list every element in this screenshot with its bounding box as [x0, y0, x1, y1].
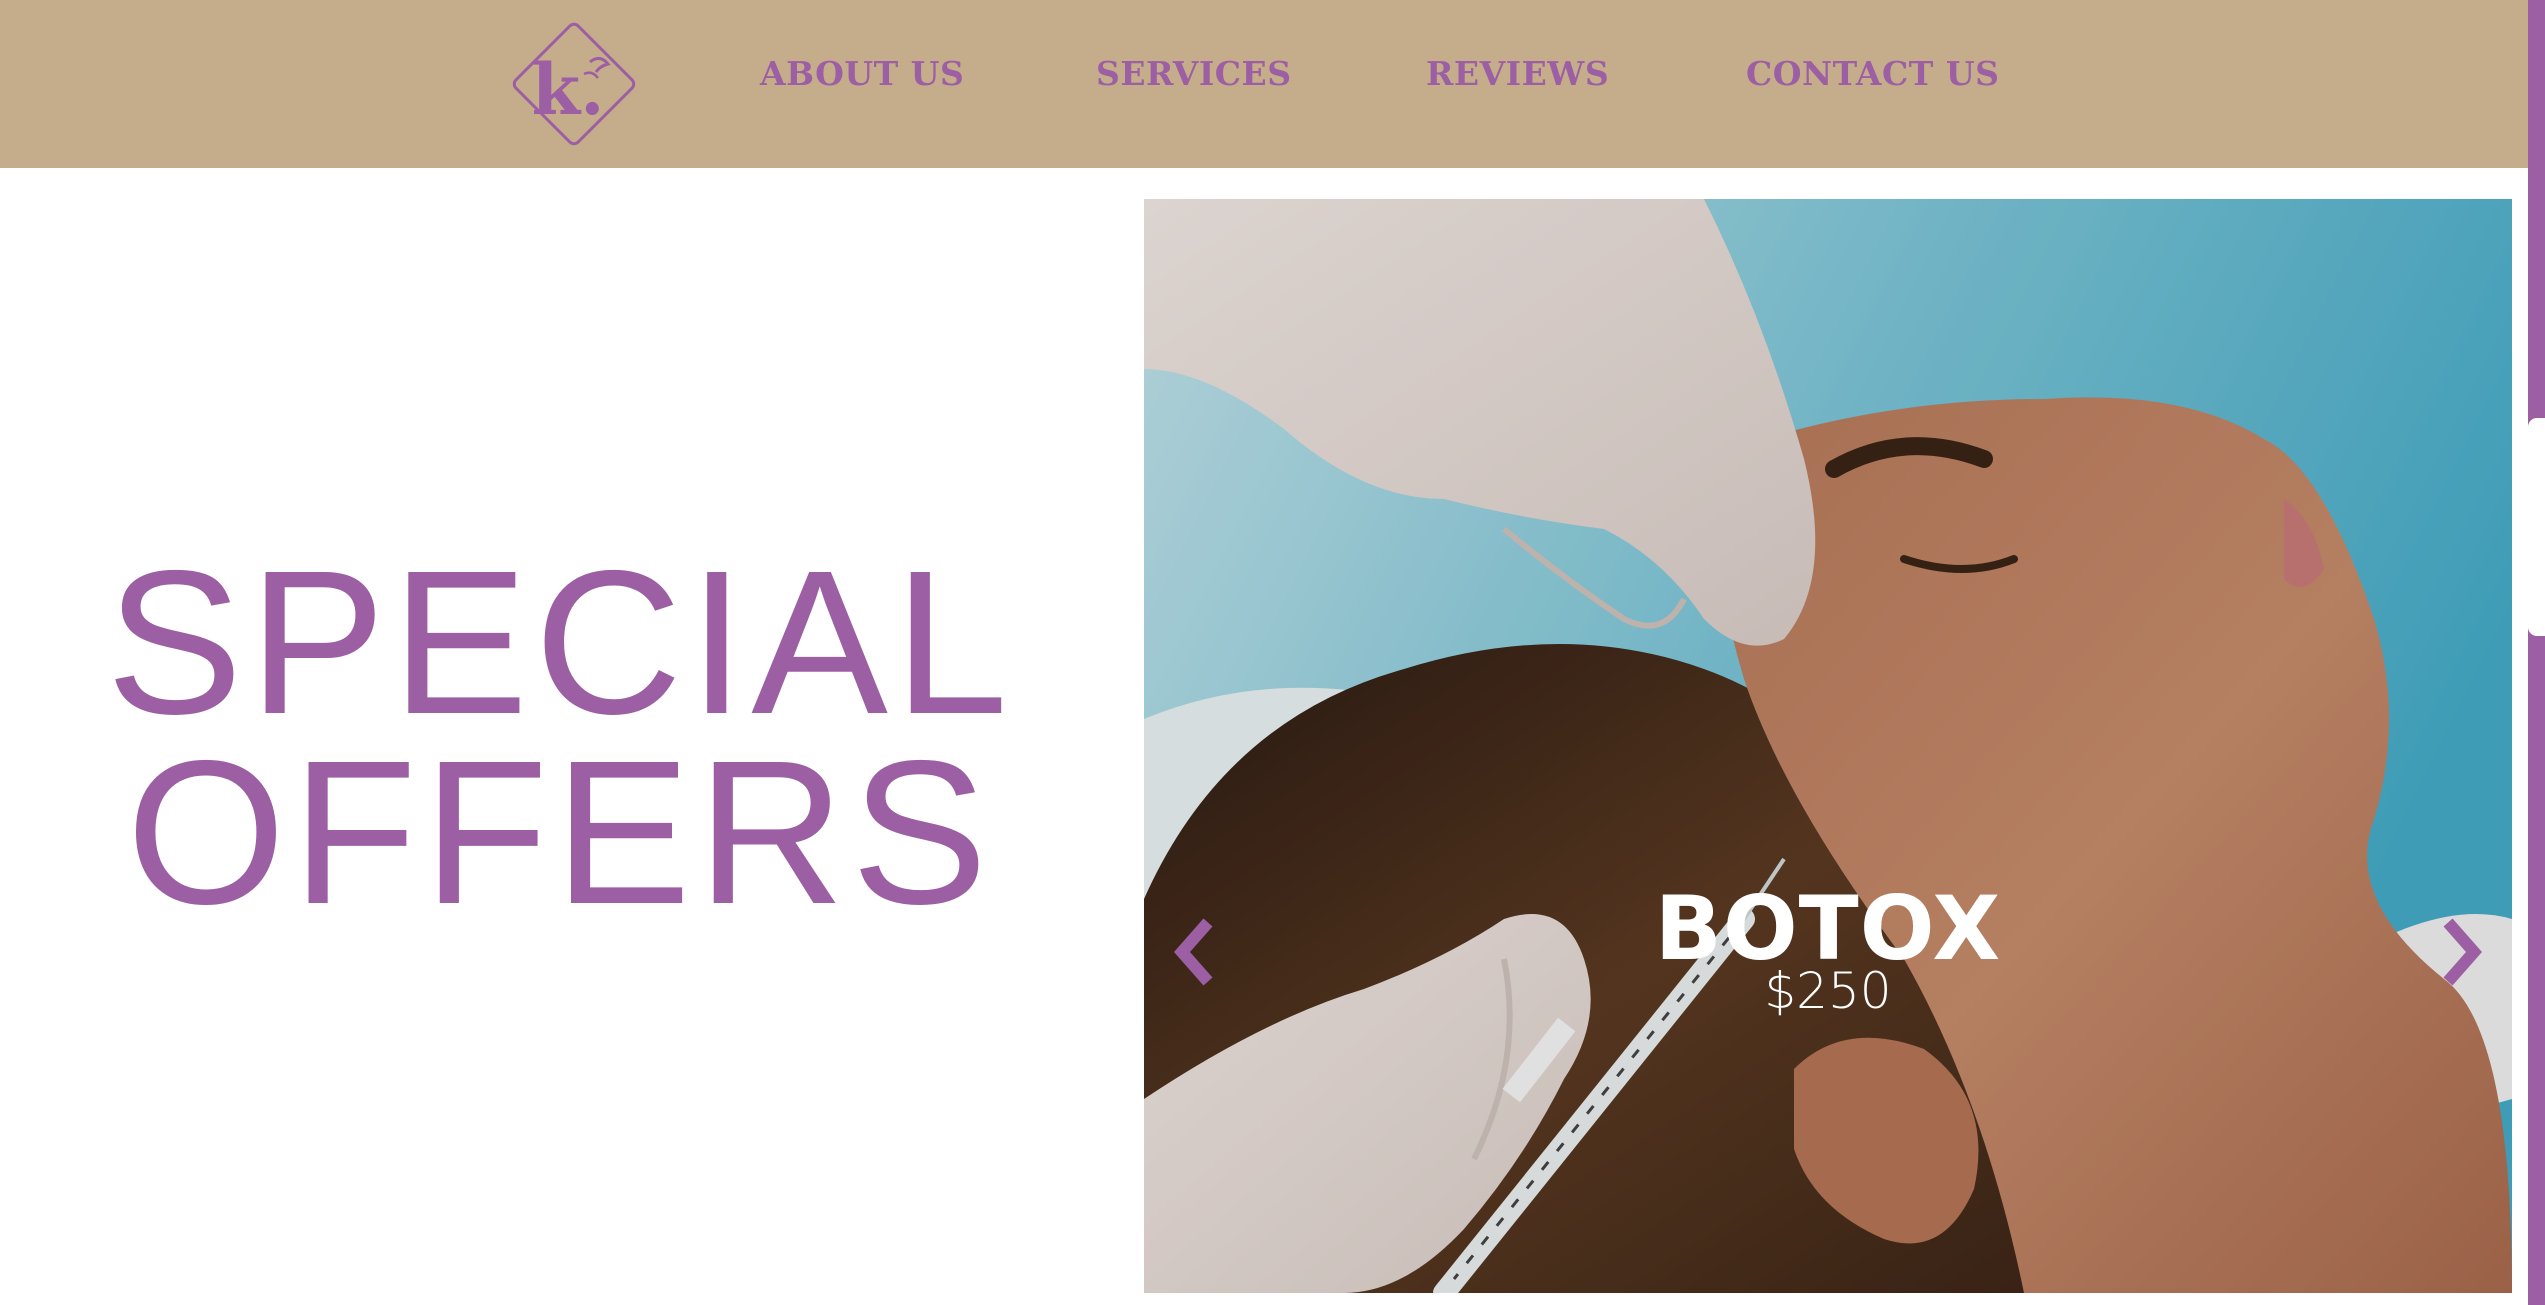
nav-services[interactable]: SERVICES: [1096, 50, 1292, 98]
carousel-next-button[interactable]: [2438, 917, 2488, 987]
brand-logo[interactable]: k.: [506, 16, 642, 152]
nav-reviews[interactable]: REVIEWS: [1426, 50, 1609, 98]
logo-icon: k.: [512, 22, 636, 146]
nav-about-us[interactable]: ABOUT US: [760, 50, 964, 98]
heading-line-2: OFFERS: [126, 718, 994, 947]
chevron-right-icon: [2443, 918, 2482, 986]
page-scrollbar[interactable]: [2528, 0, 2545, 1305]
chevron-left-icon: [1174, 918, 1213, 986]
heading-line-1: SPECIAL: [106, 528, 1014, 757]
slide-image: [1144, 199, 2512, 1293]
special-offers-heading: SPECIAL OFFERS: [0, 528, 1120, 947]
offers-carousel[interactable]: BOTOX $250: [1144, 199, 2512, 1293]
site-header: k. ABOUT US SERVICES REVIEWS CONTACT US: [0, 0, 2528, 168]
slide-price: $250: [1764, 962, 1892, 1020]
carousel-prev-button[interactable]: [1168, 917, 1218, 987]
nav-contact-us[interactable]: CONTACT US: [1746, 50, 1999, 98]
scrollbar-thumb[interactable]: [2528, 418, 2545, 636]
